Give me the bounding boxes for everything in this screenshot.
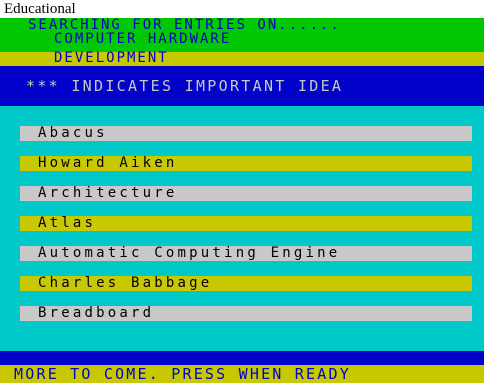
entry-label: Charles Babbage <box>38 275 213 291</box>
header-subtopic-banner: DEVELOPMENT <box>0 50 484 66</box>
entry-architecture[interactable]: Architecture <box>20 186 472 201</box>
entry-label: Automatic Computing Engine <box>38 245 341 261</box>
entry-label: Atlas <box>38 215 97 231</box>
header-topic-text: COMPUTER HARDWARE <box>54 31 232 47</box>
entry-label: Abacus <box>38 125 108 141</box>
entry-charles-babbage[interactable]: Charles Babbage <box>20 276 472 291</box>
header-searching-text: SEARCHING FOR ENTRIES ON...... <box>28 17 341 33</box>
program-screen: SEARCHING FOR ENTRIES ON...... COMPUTER … <box>0 18 484 383</box>
bottom-border-bar <box>0 351 484 365</box>
important-idea-note: *** INDICATES IMPORTANT IDEA <box>0 66 484 106</box>
entry-automatic-computing-engine[interactable]: Automatic Computing Engine <box>20 246 472 261</box>
entry-label: Architecture <box>38 185 178 201</box>
entry-breadboard[interactable]: Breadboard <box>20 306 472 321</box>
footer-prompt[interactable]: MORE TO COME. PRESS WHEN READY <box>0 365 484 383</box>
entry-label: Howard Aiken <box>38 155 178 171</box>
entry-howard-aiken[interactable]: Howard Aiken <box>20 156 472 171</box>
footer-prompt-text: MORE TO COME. PRESS WHEN READY <box>14 365 351 383</box>
entry-atlas[interactable]: Atlas <box>20 216 472 231</box>
important-idea-text: *** INDICATES IMPORTANT IDEA <box>26 77 344 95</box>
header-subtopic-text: DEVELOPMENT <box>54 50 169 66</box>
entry-abacus[interactable]: Abacus <box>20 126 472 141</box>
category-label: Educational <box>4 1 76 17</box>
entry-label: Breadboard <box>38 305 155 321</box>
